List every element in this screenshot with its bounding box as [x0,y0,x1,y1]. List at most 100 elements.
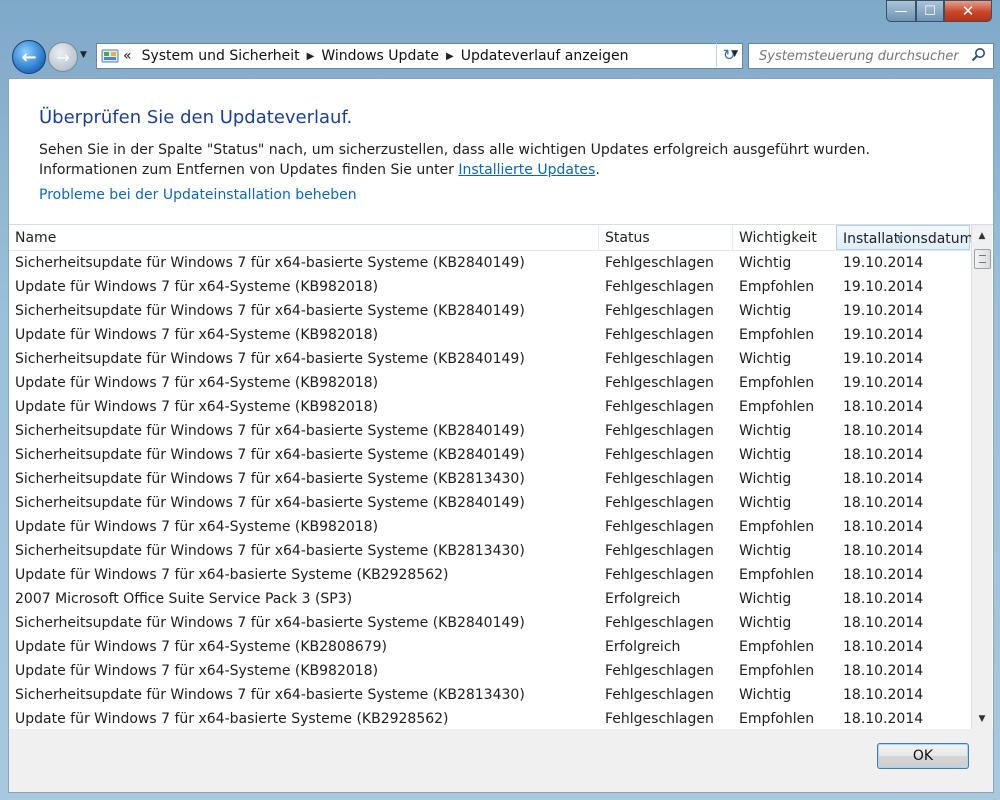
cell-status: Fehlgeschlagen [605,615,714,631]
back-button[interactable]: ← [12,40,46,74]
breadcrumb-system-security[interactable]: System und Sicherheit [142,48,300,64]
scroll-up-icon[interactable]: ▲ [972,227,992,245]
cell-name: Sicherheitsupdate für Windows 7 für x64-… [15,471,525,487]
table-row[interactable]: Update für Windows 7 für x64-Systeme (KB… [9,371,971,395]
main-content: Überprüfen Sie den Updateverlauf. Sehen … [8,78,994,730]
table-row[interactable]: 2007 Microsoft Office Suite Service Pack… [9,587,971,611]
table-row[interactable]: Sicherheitsupdate für Windows 7 für x64-… [9,251,971,275]
cell-status: Fehlgeschlagen [605,471,714,487]
cell-install-date: 18.10.2014 [843,543,924,559]
table-row[interactable]: Update für Windows 7 für x64-Systeme (KB… [9,635,971,659]
table-row[interactable]: Sicherheitsupdate für Windows 7 für x64-… [9,443,971,467]
cell-status: Fehlgeschlagen [605,663,714,679]
column-header-name[interactable]: Name [9,225,599,250]
cell-importance: Wichtig [739,471,792,487]
table-row[interactable]: Sicherheitsupdate für Windows 7 für x64-… [9,419,971,443]
minimize-button[interactable]: — [886,0,916,22]
breadcrumb-arrow-icon[interactable]: ▶ [307,51,315,62]
cell-status: Fehlgeschlagen [605,303,714,319]
control-panel-icon [101,49,119,63]
cell-status: Fehlgeschlagen [605,543,714,559]
cell-install-date: 18.10.2014 [843,591,924,607]
navigation-bar: ← → ▼ « System und Sicherheit ▶ Windows … [8,38,994,74]
window-controls: — ☐ ✕ [886,0,992,26]
table-row[interactable]: Sicherheitsupdate für Windows 7 für x64-… [9,539,971,563]
address-bar[interactable]: « System und Sicherheit ▶ Windows Update… [96,43,743,69]
table-row[interactable]: Update für Windows 7 für x64-Systeme (KB… [9,395,971,419]
scroll-thumb[interactable] [974,249,991,269]
column-header-importance[interactable]: Wichtigkeit [733,225,837,250]
cell-status: Fehlgeschlagen [605,255,714,271]
cell-importance: Wichtig [739,591,792,607]
cell-name: Update für Windows 7 für x64-Systeme (KB… [15,399,379,415]
table-row[interactable]: Update für Windows 7 für x64-Systeme (KB… [9,659,971,683]
cell-name: Sicherheitsupdate für Windows 7 für x64-… [15,495,525,511]
cell-install-date: 19.10.2014 [843,327,924,343]
table-row[interactable]: Update für Windows 7 für x64-Systeme (KB… [9,323,971,347]
table-row[interactable]: Update für Windows 7 für x64-Systeme (KB… [9,515,971,539]
cell-importance: Empfohlen [739,567,815,583]
search-icon[interactable] [971,47,987,63]
table-row[interactable]: Sicherheitsupdate für Windows 7 für x64-… [9,491,971,515]
table-row[interactable]: Sicherheitsupdate für Windows 7 für x64-… [9,683,971,707]
cell-importance: Wichtig [739,255,792,271]
scroll-down-icon[interactable]: ▼ [972,710,992,728]
cell-install-date: 18.10.2014 [843,663,924,679]
cell-importance: Empfohlen [739,399,815,415]
table-row[interactable]: Sicherheitsupdate für Windows 7 für x64-… [9,467,971,491]
cell-importance: Empfohlen [739,279,815,295]
cell-install-date: 18.10.2014 [843,615,924,631]
cell-name: Sicherheitsupdate für Windows 7 für x64-… [15,255,525,271]
table-row[interactable]: Sicherheitsupdate für Windows 7 für x64-… [9,299,971,323]
refresh-icon[interactable]: ↻ [716,43,741,67]
cell-importance: Wichtig [739,447,792,463]
cell-status: Fehlgeschlagen [605,519,714,535]
cell-importance: Empfohlen [739,375,815,391]
cell-name: Sicherheitsupdate für Windows 7 für x64-… [15,615,525,631]
cell-importance: Empfohlen [739,711,815,727]
cell-name: Sicherheitsupdate für Windows 7 für x64-… [15,447,525,463]
table-row[interactable]: Update für Windows 7 für x64-Systeme (KB… [9,275,971,299]
table-row[interactable]: Sicherheitsupdate für Windows 7 für x64-… [9,347,971,371]
troubleshoot-link[interactable]: Probleme bei der Updateinstallation behe… [39,187,357,203]
cell-install-date: 18.10.2014 [843,495,924,511]
cell-install-date: 18.10.2014 [843,687,924,703]
cell-importance: Empfohlen [739,639,815,655]
page-description: Sehen Sie in der Spalte "Status" nach, u… [39,140,959,180]
search-input[interactable] [757,47,961,65]
recent-pages-dropdown-icon[interactable]: ▼ [80,50,87,60]
breadcrumb-windows-update[interactable]: Windows Update [321,48,439,64]
breadcrumb-overflow-icon[interactable]: « [123,48,132,64]
cell-importance: Wichtig [739,687,792,703]
cell-status: Fehlgeschlagen [605,351,714,367]
description-text: Sehen Sie in der Spalte "Status" nach, u… [39,142,870,178]
cell-status: Erfolgreich [605,591,681,607]
table-row[interactable]: Sicherheitsupdate für Windows 7 für x64-… [9,611,971,635]
cell-install-date: 19.10.2014 [843,375,924,391]
cell-importance: Empfohlen [739,519,815,535]
ok-button[interactable]: OK [877,743,969,769]
column-header-install-date[interactable]: ▼ Installationsdatum [836,225,974,250]
forward-button[interactable]: → [48,42,78,72]
cell-name: Update für Windows 7 für x64-Systeme (KB… [15,375,379,391]
window-frame: — ☐ ✕ ← → ▼ « System und Sicherheit ▶ Wi… [0,0,1000,800]
maximize-button[interactable]: ☐ [916,0,944,22]
table-row[interactable]: Update für Windows 7 für x64-basierte Sy… [9,707,971,731]
installed-updates-link[interactable]: Installierte Updates [458,162,595,178]
vertical-scrollbar[interactable]: ▲ ▼ [971,225,992,730]
cell-install-date: 18.10.2014 [843,471,924,487]
cell-install-date: 18.10.2014 [843,399,924,415]
breadcrumb-update-history[interactable]: Updateverlauf anzeigen [461,48,629,64]
cell-importance: Wichtig [739,543,792,559]
cell-importance: Wichtig [739,615,792,631]
cell-install-date: 18.10.2014 [843,519,924,535]
column-header-install-date-label: Installationsdatum [843,231,974,247]
cell-status: Fehlgeschlagen [605,279,714,295]
cell-name: Update für Windows 7 für x64-Systeme (KB… [15,519,379,535]
column-header-status[interactable]: Status [599,225,733,250]
table-row[interactable]: Update für Windows 7 für x64-basierte Sy… [9,563,971,587]
cell-importance: Wichtig [739,495,792,511]
breadcrumb-arrow-icon[interactable]: ▶ [446,51,454,62]
close-button[interactable]: ✕ [944,0,992,22]
cell-name: Sicherheitsupdate für Windows 7 für x64-… [15,543,525,559]
